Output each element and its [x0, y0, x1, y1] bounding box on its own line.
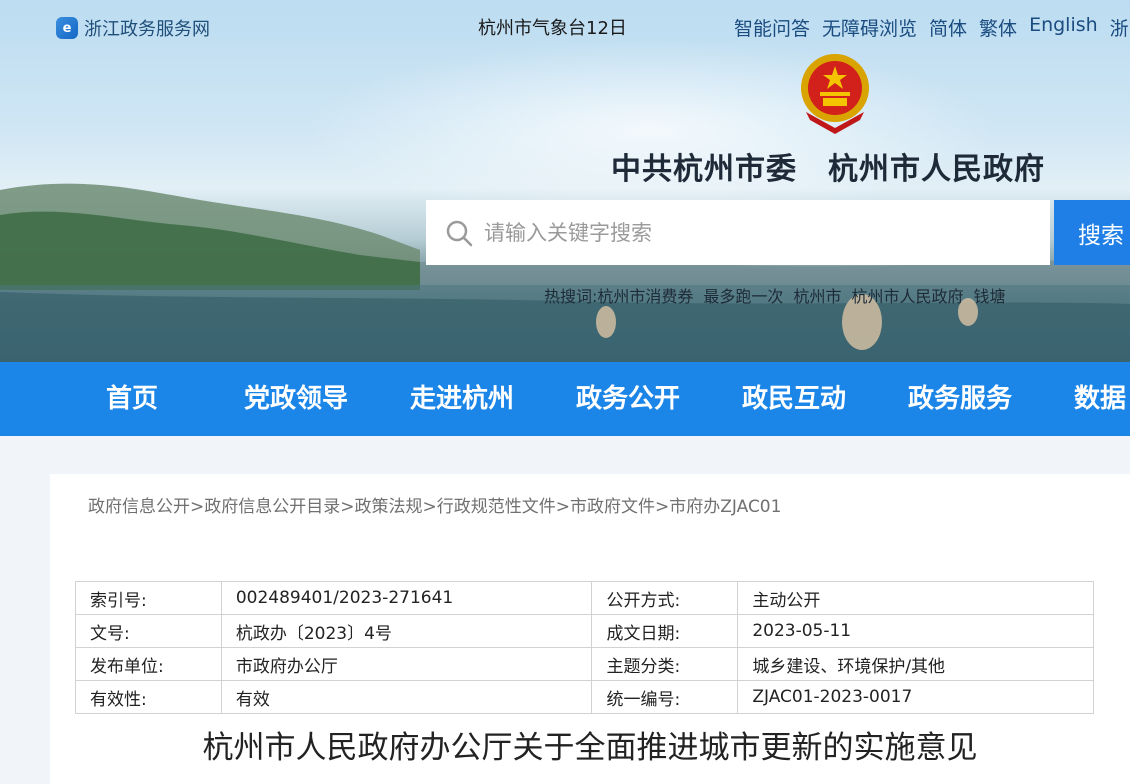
table-row: 有效性: 有效 统一编号: ZJAC01-2023-0017	[75, 680, 1094, 714]
hot-word-item[interactable]: 杭州市	[793, 283, 841, 307]
meta-value: 002489401/2023-271641	[220, 581, 593, 615]
meta-label: 主题分类:	[591, 647, 739, 681]
meta-value: 市政府办公厅	[220, 647, 593, 681]
meta-value: 杭政办〔2023〕4号	[220, 614, 593, 648]
search-icon	[446, 220, 473, 246]
nav-interaction[interactable]: 政民互动	[742, 362, 846, 436]
meta-label: 统一编号:	[591, 680, 739, 714]
meta-label: 成文日期:	[591, 614, 739, 648]
nav-party-leaders[interactable]: 党政领导	[244, 362, 348, 436]
nav-gov-affairs-open[interactable]: 政务公开	[576, 362, 680, 436]
breadcrumb-item[interactable]: 市政府文件	[570, 497, 655, 517]
meta-value: 城乡建设、环境保护/其他	[737, 647, 1094, 681]
search-box	[426, 200, 1050, 265]
search-input[interactable]	[482, 219, 1026, 246]
breadcrumb-item[interactable]: 政策法规	[355, 497, 423, 517]
link-traditional[interactable]: 繁体	[979, 14, 1017, 41]
breadcrumb-item[interactable]: 政府信息公开目录	[204, 497, 340, 517]
portal-logo-icon: e	[56, 17, 78, 39]
main-nav: 首页 党政领导 走进杭州 政务公开 政民互动 政务服务 数据	[0, 362, 1130, 436]
site-title: 中共杭州市委 杭州市人民政府	[611, 152, 1045, 187]
breadcrumb: 政府信息公开>政府信息公开目录>政策法规>行政规范性文件>市政府文件>市府办ZJ…	[88, 497, 782, 517]
hot-word-item[interactable]: 杭州市消费券	[597, 283, 693, 307]
nav-home[interactable]: 首页	[106, 362, 158, 436]
search-button[interactable]: 搜索	[1054, 200, 1130, 265]
meta-label: 发布单位:	[75, 647, 222, 681]
portal-name: 浙江政务服务网	[84, 19, 210, 40]
table-row: 索引号: 002489401/2023-271641 公开方式: 主动公开	[75, 581, 1094, 615]
meta-value: 2023-05-11	[737, 614, 1094, 648]
hot-search-words: 热搜词: 杭州市消费券 最多跑一次 杭州市 杭州市人民政府 钱塘	[544, 283, 1005, 307]
table-row: 发布单位: 市政府办公厅 主题分类: 城乡建设、环境保护/其他	[75, 647, 1094, 681]
breadcrumb-item[interactable]: 市府办ZJAC01	[669, 497, 781, 517]
meta-label: 索引号:	[75, 581, 222, 615]
meta-value: 有效	[220, 680, 593, 714]
link-simplified[interactable]: 简体	[929, 14, 967, 41]
meta-label: 文号:	[75, 614, 222, 648]
nav-about-hangzhou[interactable]: 走进杭州	[410, 362, 514, 436]
meta-label: 公开方式:	[591, 581, 739, 615]
link-smart-qa[interactable]: 智能问答	[734, 14, 810, 41]
hot-word-item[interactable]: 钱塘	[973, 283, 1005, 307]
table-row: 文号: 杭政办〔2023〕4号 成文日期: 2023-05-11	[75, 614, 1094, 648]
breadcrumb-item[interactable]: 行政规范性文件	[437, 497, 556, 517]
weather-ticker[interactable]: 杭州市气象台12日	[478, 14, 632, 40]
link-english[interactable]: English	[1029, 14, 1098, 41]
meta-value: 主动公开	[737, 581, 1094, 615]
meta-value: ZJAC01-2023-0017	[737, 680, 1094, 714]
header-banner: e 浙江政务服务网 杭州市气象台12日 智能问答 无障碍浏览 简体 繁体 Eng…	[0, 0, 1130, 362]
zjzwfw-portal-link[interactable]: e 浙江政务服务网	[56, 15, 210, 41]
document-title: 杭州市人民政府办公厅关于全面推进城市更新的实施意见	[202, 730, 978, 766]
document-meta-table: 索引号: 002489401/2023-271641 公开方式: 主动公开 文号…	[75, 581, 1094, 714]
breadcrumb-item[interactable]: 政府信息公开	[88, 497, 190, 517]
article-panel: 政府信息公开>政府信息公开目录>政策法规>行政规范性文件>市政府文件>市府办ZJ…	[50, 474, 1130, 784]
hot-words-label: 热搜词:	[544, 287, 598, 306]
hot-word-item[interactable]: 杭州市人民政府	[851, 283, 963, 307]
nav-data[interactable]: 数据	[1074, 362, 1126, 436]
link-zhe[interactable]: 浙	[1110, 14, 1129, 41]
nav-gov-services[interactable]: 政务服务	[908, 362, 1012, 436]
link-accessibility[interactable]: 无障碍浏览	[822, 14, 917, 41]
meta-label: 有效性:	[75, 680, 222, 714]
national-emblem-icon	[801, 54, 869, 134]
hot-word-item[interactable]: 最多跑一次	[703, 283, 783, 307]
top-links: 智能问答 无障碍浏览 简体 繁体 English 浙	[734, 14, 1129, 41]
